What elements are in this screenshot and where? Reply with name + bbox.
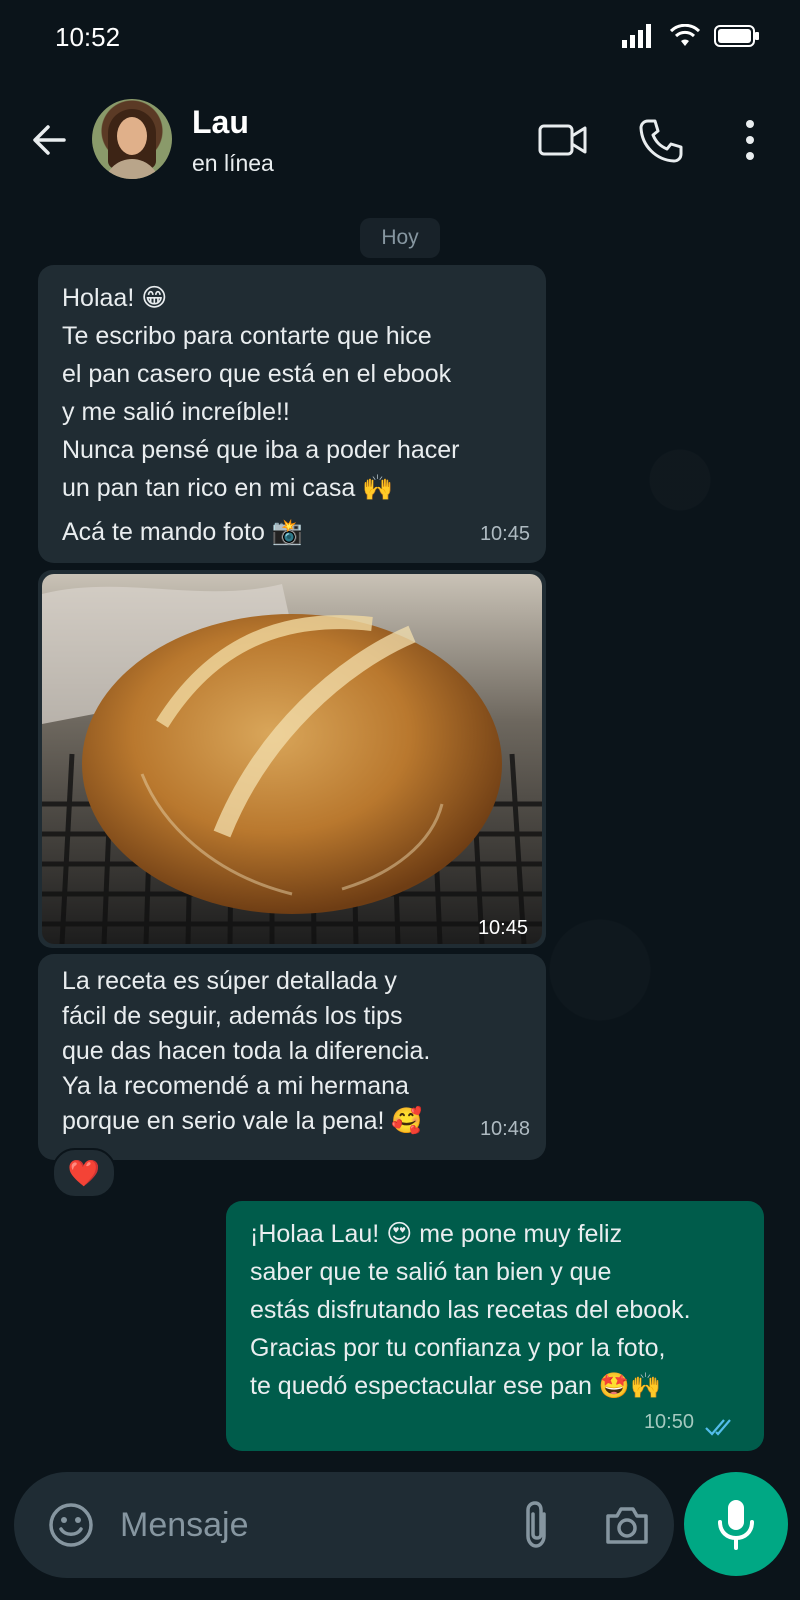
mic-icon: [718, 1500, 754, 1550]
video-call-icon[interactable]: [538, 118, 588, 162]
message-bubble-outgoing[interactable]: ¡Holaa Lau! 😍 me pone muy feliz saber qu…: [226, 1201, 764, 1451]
emoji-icon[interactable]: [48, 1502, 94, 1548]
bread-photo[interactable]: [42, 574, 542, 944]
back-arrow-icon[interactable]: [28, 118, 72, 162]
message-time: 10:45: [479, 523, 530, 545]
message-text: Te escribo para contarte que hice: [62, 322, 432, 350]
mic-button[interactable]: [684, 1472, 788, 1576]
status-time: 10:52: [55, 22, 121, 52]
message-bubble-incoming[interactable]: La receta es súper detallada y fácil de …: [38, 954, 546, 1160]
message-input[interactable]: Mensaje: [120, 1506, 249, 1545]
message-text: Acá te mando foto 📸: [62, 518, 303, 546]
status-bar: 10:52: [0, 0, 800, 80]
battery-icon: [714, 25, 759, 47]
message-text: ¡Holaa Lau! 😍 me pone muy feliz: [250, 1220, 623, 1248]
message-time: 10:45: [477, 917, 528, 939]
message-time: 10:48: [479, 1118, 530, 1140]
message-text: La receta es súper detallada y: [62, 967, 397, 995]
contact-status: en línea: [192, 150, 274, 176]
more-options-icon[interactable]: [744, 118, 756, 162]
wifi-icon: [670, 24, 700, 46]
message-text: saber que te salió tan bien y que: [250, 1258, 612, 1286]
message-text: Nunca pensé que iba a poder hacer: [62, 436, 460, 464]
phone-icon[interactable]: [638, 118, 684, 164]
contact-name[interactable]: Lau: [192, 104, 249, 141]
message-bubble-incoming[interactable]: Holaa! 😁 Te escribo para contarte que hi…: [38, 265, 546, 563]
message-time: 10:50: [643, 1411, 694, 1433]
chat-header: Lau en línea: [0, 80, 800, 200]
date-chip: Hoy: [360, 218, 440, 258]
read-ticks-icon: [705, 1419, 731, 1436]
message-text: el pan casero que está en el ebook: [62, 360, 452, 388]
message-text: y me salió increíble!!: [62, 398, 290, 426]
contact-avatar[interactable]: [92, 99, 172, 179]
message-text: que das hacen toda la diferencia.: [62, 1037, 431, 1065]
message-text: Holaa! 😁: [62, 284, 168, 312]
signal-icon: [622, 24, 651, 48]
message-image-bubble[interactable]: 10:45: [38, 570, 546, 948]
attach-icon[interactable]: [522, 1500, 550, 1550]
message-input-bar[interactable]: Mensaje: [14, 1472, 674, 1578]
message-text: un pan tan rico en mi casa 🙌: [62, 474, 394, 502]
message-text: te quedó espectacular ese pan 🤩🙌: [250, 1372, 662, 1400]
message-text: Gracias por tu confianza y por la foto,: [250, 1334, 666, 1362]
camera-icon[interactable]: [604, 1504, 650, 1546]
status-icons: [622, 24, 760, 48]
message-text: Ya la recomendé a mi hermana: [62, 1072, 409, 1100]
message-text: fácil de seguir, además los tips: [62, 1002, 403, 1030]
message-text: estás disfrutando las recetas del ebook.: [250, 1296, 691, 1324]
heart-reaction[interactable]: ❤️: [52, 1148, 116, 1198]
message-text: porque en serio vale la pena! 🥰: [62, 1107, 423, 1135]
